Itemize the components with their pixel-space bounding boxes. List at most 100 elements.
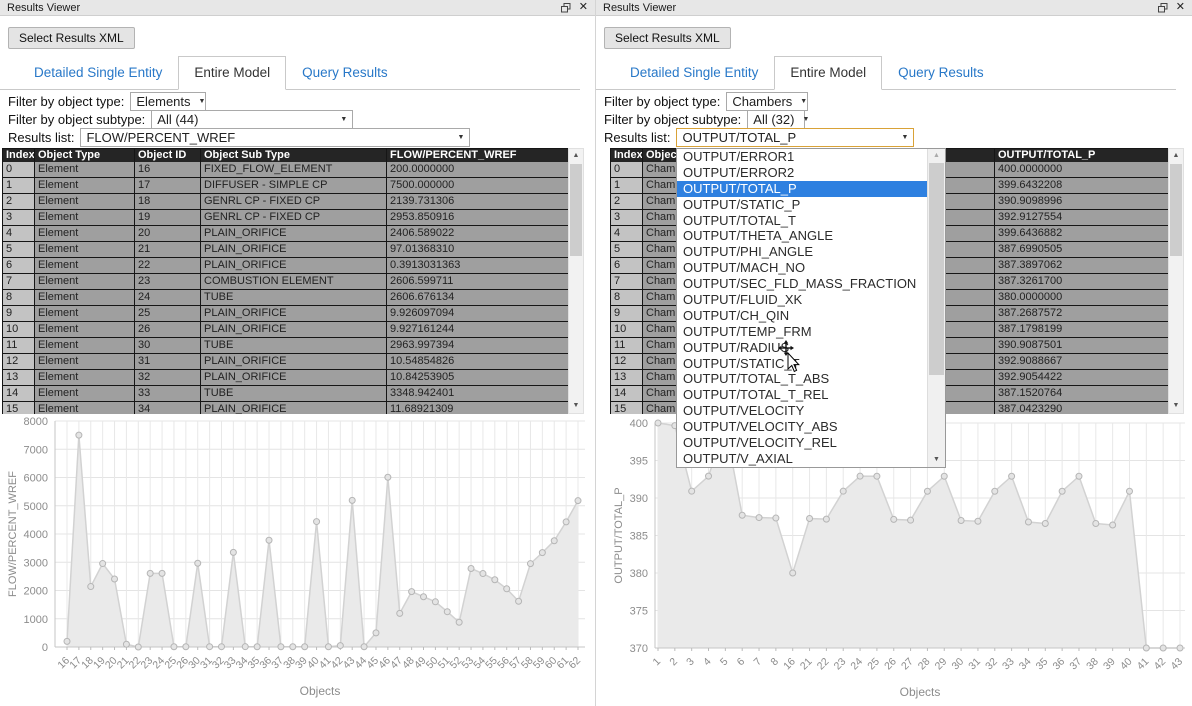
column-header[interactable]: Object Sub Type: [201, 148, 387, 162]
float-window-icon[interactable]: [1158, 3, 1168, 13]
table-row[interactable]: 8Element24TUBE2606.676134: [3, 290, 570, 306]
table-cell: TUBE: [201, 386, 387, 402]
table-cell: Element: [35, 226, 135, 242]
column-header[interactable]: FLOW/PERCENT_WREF: [387, 148, 569, 162]
object-subtype-select[interactable]: All (44) ▼: [151, 110, 353, 129]
table-row[interactable]: 10Element26PLAIN_ORIFICE9.927161244: [3, 322, 570, 338]
scroll-up-icon[interactable]: ▲: [928, 149, 945, 163]
scrollbar-thumb[interactable]: [570, 164, 582, 256]
object-type-select[interactable]: Chambers ▼: [726, 92, 808, 111]
table-cell: 9: [611, 306, 643, 322]
dropdown-option[interactable]: OUTPUT/TOTAL_P: [677, 181, 928, 197]
dropdown-option[interactable]: OUTPUT/TOTAL_T: [677, 213, 928, 229]
column-header[interactable]: Index: [3, 148, 35, 162]
dropdown-option[interactable]: OUTPUT/VELOCITY_REL: [677, 435, 928, 451]
dropdown-option[interactable]: OUTPUT/FLUID_XK: [677, 292, 928, 308]
mouse-cursor: [778, 340, 804, 374]
x-tick-label: 6: [735, 656, 748, 669]
dropdown-option[interactable]: OUTPUT/PHI_ANGLE: [677, 244, 928, 260]
table-row[interactable]: 2Element18GENRL CP - FIXED CP2139.731306: [3, 194, 570, 210]
results-list-select[interactable]: OUTPUT/TOTAL_P ▼: [676, 128, 914, 147]
table-row[interactable]: 11Element30TUBE2963.997394: [3, 338, 570, 354]
panel-titlebar[interactable]: Results Viewer ✕: [596, 0, 1192, 16]
dropdown-scrollbar[interactable]: ▲ ▼: [927, 149, 945, 467]
x-tick-label: 41: [1135, 656, 1152, 673]
table-cell: 2963.997394: [387, 338, 569, 354]
table-row[interactable]: 12Element31PLAIN_ORIFICE10.54854826: [3, 354, 570, 370]
table-scrollbar[interactable]: ▲ ▼: [568, 148, 584, 414]
select-results-xml-button[interactable]: Select Results XML: [8, 27, 135, 49]
scroll-down-icon[interactable]: ▼: [928, 453, 945, 467]
dropdown-option[interactable]: OUTPUT/SEC_FLD_MASS_FRACTION: [677, 276, 928, 292]
data-point: [773, 515, 779, 521]
x-tick-label: 39: [1101, 656, 1118, 673]
dropdown-option[interactable]: OUTPUT/ERROR1: [677, 149, 928, 165]
dropdown-option[interactable]: OUTPUT/V_AXIAL: [677, 451, 928, 467]
float-window-icon[interactable]: [561, 3, 571, 13]
dropdown-option[interactable]: OUTPUT/THETA_ANGLE: [677, 228, 928, 244]
data-point: [706, 473, 712, 479]
scroll-down-icon[interactable]: ▼: [1169, 399, 1183, 413]
dropdown-option[interactable]: OUTPUT/VELOCITY_ABS: [677, 419, 928, 435]
table-row[interactable]: 14Element33TUBE3348.942401: [3, 386, 570, 402]
data-point: [1110, 522, 1116, 528]
tab-entire-model[interactable]: Entire Model: [178, 56, 286, 90]
close-icon[interactable]: ✕: [1176, 2, 1185, 13]
table-row[interactable]: 9Element25PLAIN_ORIFICE9.926097094: [3, 306, 570, 322]
results-list-select[interactable]: FLOW/PERCENT_WREF ▼: [80, 128, 470, 147]
y-tick-label: 375: [630, 606, 648, 618]
object-subtype-select[interactable]: All (32) ▼: [747, 110, 805, 129]
data-point: [874, 473, 880, 479]
dropdown-option[interactable]: OUTPUT/TEMP_FRM: [677, 324, 928, 340]
x-tick-label: 3: [684, 656, 697, 669]
column-header[interactable]: Object ID: [135, 148, 201, 162]
table-scrollbar[interactable]: ▲ ▼: [1168, 148, 1184, 414]
table-row[interactable]: 0Element16FIXED_FLOW_ELEMENT200.0000000: [3, 162, 570, 178]
table-row[interactable]: 5Element21PLAIN_ORIFICE97.01368310: [3, 242, 570, 258]
panel-titlebar[interactable]: Results Viewer ✕: [0, 0, 595, 16]
dropdown-option[interactable]: OUTPUT/MACH_NO: [677, 260, 928, 276]
column-header[interactable]: Index: [611, 148, 643, 162]
dropdown-option[interactable]: OUTPUT/ERROR2: [677, 165, 928, 181]
table-row[interactable]: 4Element20PLAIN_ORIFICE2406.589022: [3, 226, 570, 242]
data-point: [1025, 519, 1031, 525]
table-row[interactable]: 3Element19GENRL CP - FIXED CP2953.850916: [3, 210, 570, 226]
table-cell: Element: [35, 306, 135, 322]
scrollbar-thumb[interactable]: [1170, 164, 1182, 256]
table-row[interactable]: 1Element17DIFFUSER - SIMPLE CP7500.00000…: [3, 178, 570, 194]
scroll-down-icon[interactable]: ▼: [569, 399, 583, 413]
tab-entire-model[interactable]: Entire Model: [774, 56, 882, 90]
data-point: [254, 644, 260, 650]
results-viewer-panel-left: Results Viewer ✕ Select Results XML Deta…: [0, 0, 596, 706]
dropdown-option[interactable]: OUTPUT/CH_QIN: [677, 308, 928, 324]
tab-query-results[interactable]: Query Results: [286, 56, 404, 90]
table-cell: 2: [611, 194, 643, 210]
table-cell: PLAIN_ORIFICE: [201, 402, 387, 414]
scroll-up-icon[interactable]: ▲: [569, 149, 583, 163]
dropdown-option[interactable]: OUTPUT/STATIC_P: [677, 197, 928, 213]
table-cell: 3: [3, 210, 35, 226]
table-cell: PLAIN_ORIFICE: [201, 370, 387, 386]
column-header[interactable]: OUTPUT/TOTAL_P: [995, 148, 1169, 162]
dropdown-option[interactable]: OUTPUT/VELOCITY: [677, 403, 928, 419]
table-row[interactable]: 6Element22PLAIN_ORIFICE0.3913031363: [3, 258, 570, 274]
results-list-value: OUTPUT/TOTAL_P: [682, 130, 796, 145]
scrollbar-thumb[interactable]: [929, 163, 944, 375]
tab-query-results[interactable]: Query Results: [882, 56, 1000, 90]
tab-detailed-single-entity[interactable]: Detailed Single Entity: [614, 56, 774, 90]
object-type-select[interactable]: Elements ▼: [130, 92, 206, 111]
data-point: [112, 576, 118, 582]
table-row[interactable]: 13Element32PLAIN_ORIFICE10.84253905: [3, 370, 570, 386]
dropdown-option[interactable]: OUTPUT/TOTAL_T_REL: [677, 387, 928, 403]
table-cell: 7: [611, 274, 643, 290]
column-header[interactable]: Object Type: [35, 148, 135, 162]
tab-detailed-single-entity[interactable]: Detailed Single Entity: [18, 56, 178, 90]
table-cell: 8: [3, 290, 35, 306]
data-point: [1042, 521, 1048, 527]
select-results-xml-button[interactable]: Select Results XML: [604, 27, 731, 49]
table-row[interactable]: 7Element23COMBUSTION ELEMENT2606.599711: [3, 274, 570, 290]
table-cell: 12: [611, 354, 643, 370]
table-row[interactable]: 15Element34PLAIN_ORIFICE11.68921309: [3, 402, 570, 414]
scroll-up-icon[interactable]: ▲: [1169, 149, 1183, 163]
close-icon[interactable]: ✕: [579, 2, 588, 13]
